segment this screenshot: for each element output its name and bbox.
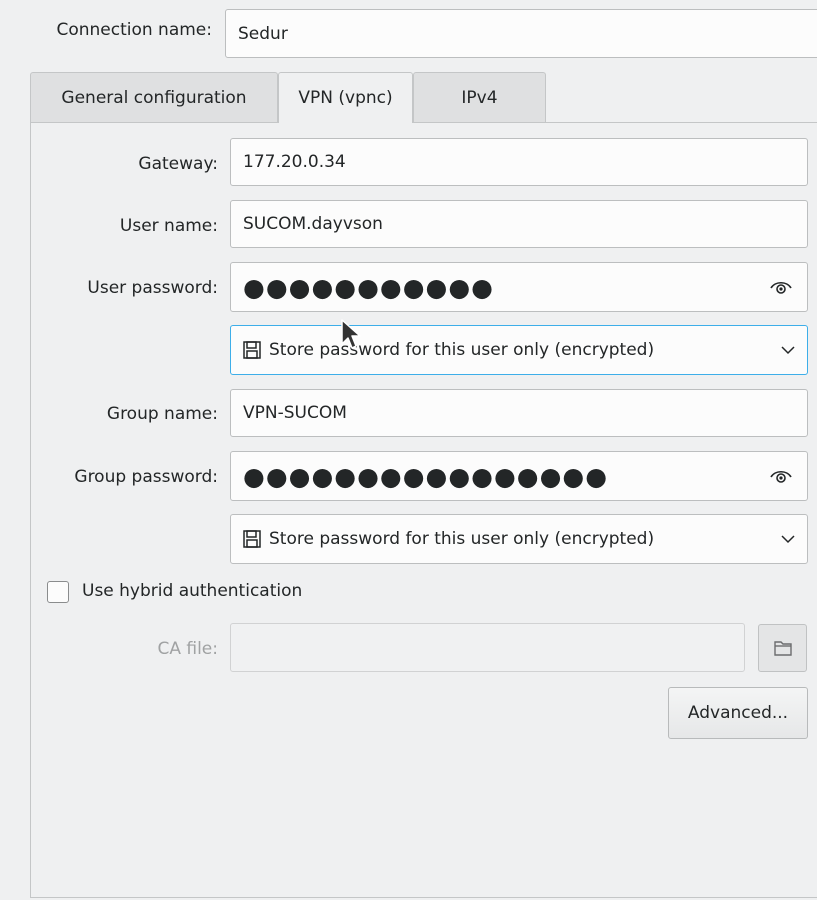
eye-icon[interactable] — [769, 279, 793, 295]
ca-file-browse-button[interactable] — [758, 624, 807, 672]
gateway-value: 177.20.0.34 — [243, 152, 346, 172]
hybrid-authentication-label[interactable]: Use hybrid authentication — [82, 581, 302, 601]
group-password-storage-value: Store password for this user only (encry… — [269, 529, 655, 549]
user-password-input[interactable]: ●●●●●●●●●●● — [230, 262, 808, 312]
mouse-cursor-icon — [341, 319, 361, 349]
username-label: User name: — [119, 216, 218, 236]
user-password-masked: ●●●●●●●●●●● — [243, 272, 494, 302]
group-password-label: Group password: — [74, 467, 218, 487]
vpn-connection-editor: Connection name: Sedur General configura… — [0, 0, 817, 900]
tab-bar: General configuration VPN (vpnc) IPv4 — [30, 72, 546, 123]
advanced-button[interactable]: Advanced... — [668, 687, 808, 739]
group-password-masked: ●●●●●●●●●●●●●●●● — [243, 461, 609, 491]
group-name-value: VPN-SUCOM — [243, 403, 347, 423]
user-password-label: User password: — [87, 278, 218, 298]
tab-general-configuration[interactable]: General configuration — [30, 72, 278, 122]
eye-icon[interactable] — [769, 468, 793, 484]
floppy-disk-icon — [243, 341, 261, 359]
group-name-input[interactable]: VPN-SUCOM — [230, 389, 808, 437]
ca-file-input[interactable] — [230, 623, 745, 672]
folder-icon — [773, 641, 792, 656]
connection-name-label: Connection name: — [56, 20, 212, 40]
ca-file-label: CA file: — [157, 639, 218, 659]
hybrid-authentication-checkbox[interactable] — [47, 581, 69, 603]
username-input[interactable]: SUCOM.dayvson — [230, 200, 808, 248]
user-password-storage-value: Store password for this user only (encry… — [269, 340, 655, 360]
connection-name-value: Sedur — [238, 23, 288, 44]
connection-name-input[interactable]: Sedur — [225, 9, 817, 58]
floppy-disk-icon — [243, 530, 261, 548]
username-value: SUCOM.dayvson — [243, 214, 383, 234]
user-password-storage-select[interactable]: Store password for this user only (encry… — [230, 325, 808, 375]
group-password-input[interactable]: ●●●●●●●●●●●●●●●● — [230, 451, 808, 501]
chevron-down-icon — [781, 535, 795, 544]
gateway-input[interactable]: 177.20.0.34 — [230, 138, 808, 186]
chevron-down-icon — [781, 346, 795, 355]
tab-vpn-vpnc[interactable]: VPN (vpnc) — [278, 72, 413, 123]
tab-ipv4[interactable]: IPv4 — [413, 72, 546, 122]
gateway-label: Gateway: — [138, 154, 218, 174]
group-name-label: Group name: — [106, 404, 218, 424]
group-password-storage-select[interactable]: Store password for this user only (encry… — [230, 514, 808, 564]
